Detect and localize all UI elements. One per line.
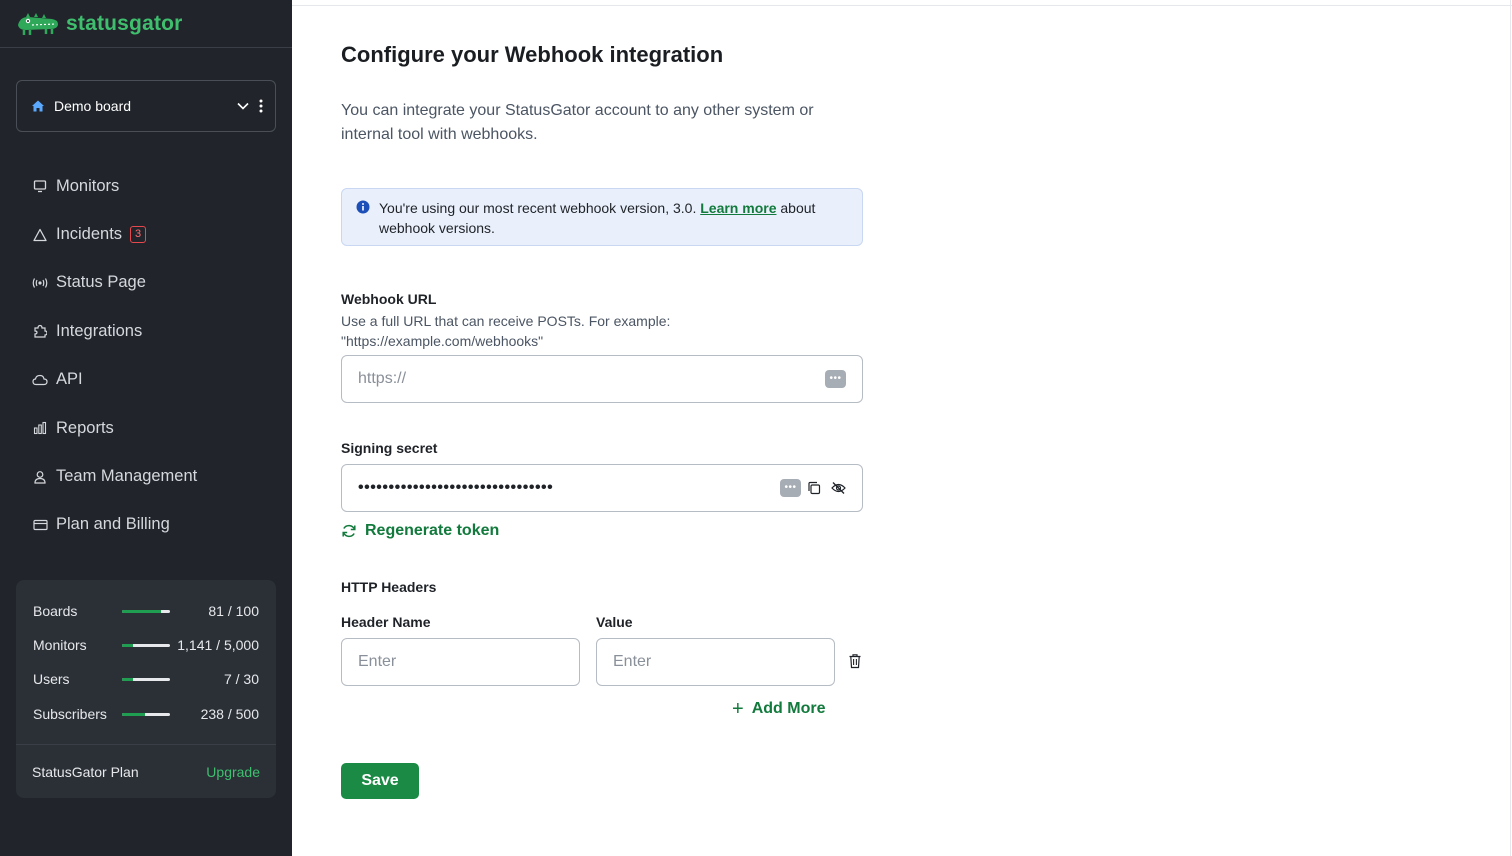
copy-icon[interactable]	[807, 481, 821, 495]
sidebar-item-label: Reports	[56, 418, 114, 437]
usage-bar	[122, 712, 170, 716]
webhook-url-example: "https://example.com/webhooks"	[341, 333, 544, 349]
usage-panel: Boards 81 / 100 Monitors 1,141 / 5,000 U…	[16, 580, 276, 798]
usage-value: 81 / 100	[208, 603, 259, 619]
sidebar-item-label: Team Management	[56, 467, 198, 486]
eye-off-icon[interactable]	[831, 481, 846, 495]
sidebar-item-label: Incidents	[56, 225, 123, 244]
sidebar-item-label: Status Page	[56, 273, 146, 292]
credit-card-icon	[32, 517, 48, 533]
sidebar-item-integrations[interactable]: Integrations	[16, 307, 276, 355]
usage-row-monitors: Monitors 1,141 / 5,000	[33, 635, 259, 655]
refresh-icon	[341, 523, 357, 539]
board-name: Demo board	[54, 98, 132, 114]
sidebar-item-team-management[interactable]: Team Management	[16, 452, 276, 500]
webhook-url-label: Webhook URL	[341, 291, 437, 307]
password-manager-icon[interactable]: •••	[780, 479, 801, 497]
sidebar-item-monitors[interactable]: Monitors	[16, 162, 276, 210]
usage-bar-fill	[122, 712, 146, 716]
main-content: Configure your Webhook integration You c…	[292, 0, 1512, 856]
regenerate-token-button[interactable]: Regenerate token	[341, 522, 499, 540]
webhook-url-input[interactable]: https:// •••	[341, 355, 863, 403]
sidebar-item-status-page[interactable]: Status Page	[16, 259, 276, 307]
usage-row-boards: Boards 81 / 100	[33, 601, 259, 621]
usage-bar-fill	[122, 609, 161, 613]
learn-more-link[interactable]: Learn more	[700, 200, 776, 216]
regenerate-token-label: Regenerate token	[365, 522, 500, 539]
header-value-placeholder: Enter	[613, 653, 652, 670]
plus-icon: +	[732, 698, 744, 720]
usage-bar-fill	[122, 643, 134, 647]
plan-name: StatusGator Plan	[32, 764, 139, 780]
usage-bar	[122, 643, 170, 647]
header-name-input[interactable]: Enter	[341, 638, 580, 686]
signing-secret-label: Signing secret	[341, 440, 438, 456]
sidebar-item-label: API	[56, 370, 83, 389]
divider	[1510, 0, 1511, 856]
webhook-url-help: Use a full URL that can receive POSTs. F…	[341, 313, 671, 329]
add-more-button[interactable]: + Add More	[732, 698, 826, 720]
board-selector[interactable]: Demo board	[16, 80, 276, 132]
cloud-icon	[32, 372, 48, 388]
puzzle-icon	[32, 323, 48, 339]
info-icon	[356, 200, 370, 214]
user-icon	[32, 469, 48, 485]
intro-text: You can integrate your StatusGator accou…	[341, 102, 814, 143]
plan-row: StatusGator Plan Upgrade	[32, 764, 260, 780]
warning-triangle-icon	[32, 227, 48, 243]
add-more-label: Add More	[751, 700, 826, 717]
save-button[interactable]: Save	[341, 763, 419, 799]
incidents-count-badge: 3	[130, 226, 147, 244]
header-name-label: Header Name	[341, 614, 431, 630]
password-manager-icon[interactable]: •••	[825, 370, 846, 388]
webhook-url-placeholder: https://	[358, 370, 407, 387]
notice-text: You're using our most recent webhook ver…	[379, 200, 697, 216]
usage-bar-fill	[122, 677, 134, 681]
usage-bar	[122, 609, 170, 613]
usage-label: Monitors	[33, 637, 87, 653]
http-headers-label: HTTP Headers	[341, 579, 437, 595]
upgrade-link[interactable]: Upgrade	[206, 764, 260, 780]
sidebar-item-label: Plan and Billing	[56, 515, 170, 534]
sidebar-item-incidents[interactable]: Incidents 3	[16, 210, 276, 258]
usage-value: 238 / 500	[200, 706, 259, 722]
gator-logo-icon[interactable]	[16, 11, 60, 37]
sidebar-item-plan-and-billing[interactable]: Plan and Billing	[16, 501, 276, 549]
logo-bar: statusgator	[0, 0, 292, 48]
divider	[292, 5, 1512, 6]
broadcast-icon	[32, 275, 48, 291]
chevron-down-icon[interactable]	[237, 102, 249, 110]
usage-label: Boards	[33, 603, 78, 619]
signing-secret-value: ••••••••••••••••••••••••••••••••	[358, 479, 554, 496]
signing-secret-input[interactable]: •••••••••••••••••••••••••••••••• •••	[341, 464, 863, 512]
usage-bar	[122, 677, 170, 681]
usage-row-users: Users 7 / 30	[33, 669, 259, 689]
page-title: Configure your Webhook integration	[341, 42, 724, 67]
sidebar-item-api[interactable]: API	[16, 356, 276, 404]
usage-label: Users	[33, 671, 70, 687]
more-vertical-icon[interactable]	[259, 99, 263, 113]
sidebar-nav: Monitors Incidents 3 Status Page Integra…	[16, 162, 276, 549]
home-icon	[31, 99, 45, 113]
sidebar: statusgator Demo board Monitors Incident…	[0, 0, 292, 856]
usage-row-subscribers: Subscribers 238 / 500	[33, 704, 259, 724]
usage-value: 7 / 30	[223, 671, 259, 687]
usage-value: 1,141 / 5,000	[177, 637, 259, 653]
sidebar-item-label: Integrations	[56, 321, 143, 340]
header-value-input[interactable]: Enter	[596, 638, 835, 686]
logo-text[interactable]: statusgator	[66, 12, 183, 36]
sidebar-item-reports[interactable]: Reports	[16, 404, 276, 452]
divider	[16, 744, 276, 745]
header-value-label: Value	[596, 614, 633, 630]
trash-icon[interactable]	[848, 653, 862, 669]
bar-chart-icon	[32, 420, 48, 436]
sidebar-item-label: Monitors	[56, 176, 120, 195]
monitor-icon	[32, 178, 48, 194]
header-name-placeholder: Enter	[358, 653, 397, 670]
usage-label: Subscribers	[33, 706, 107, 722]
version-notice: You're using our most recent webhook ver…	[341, 188, 863, 246]
